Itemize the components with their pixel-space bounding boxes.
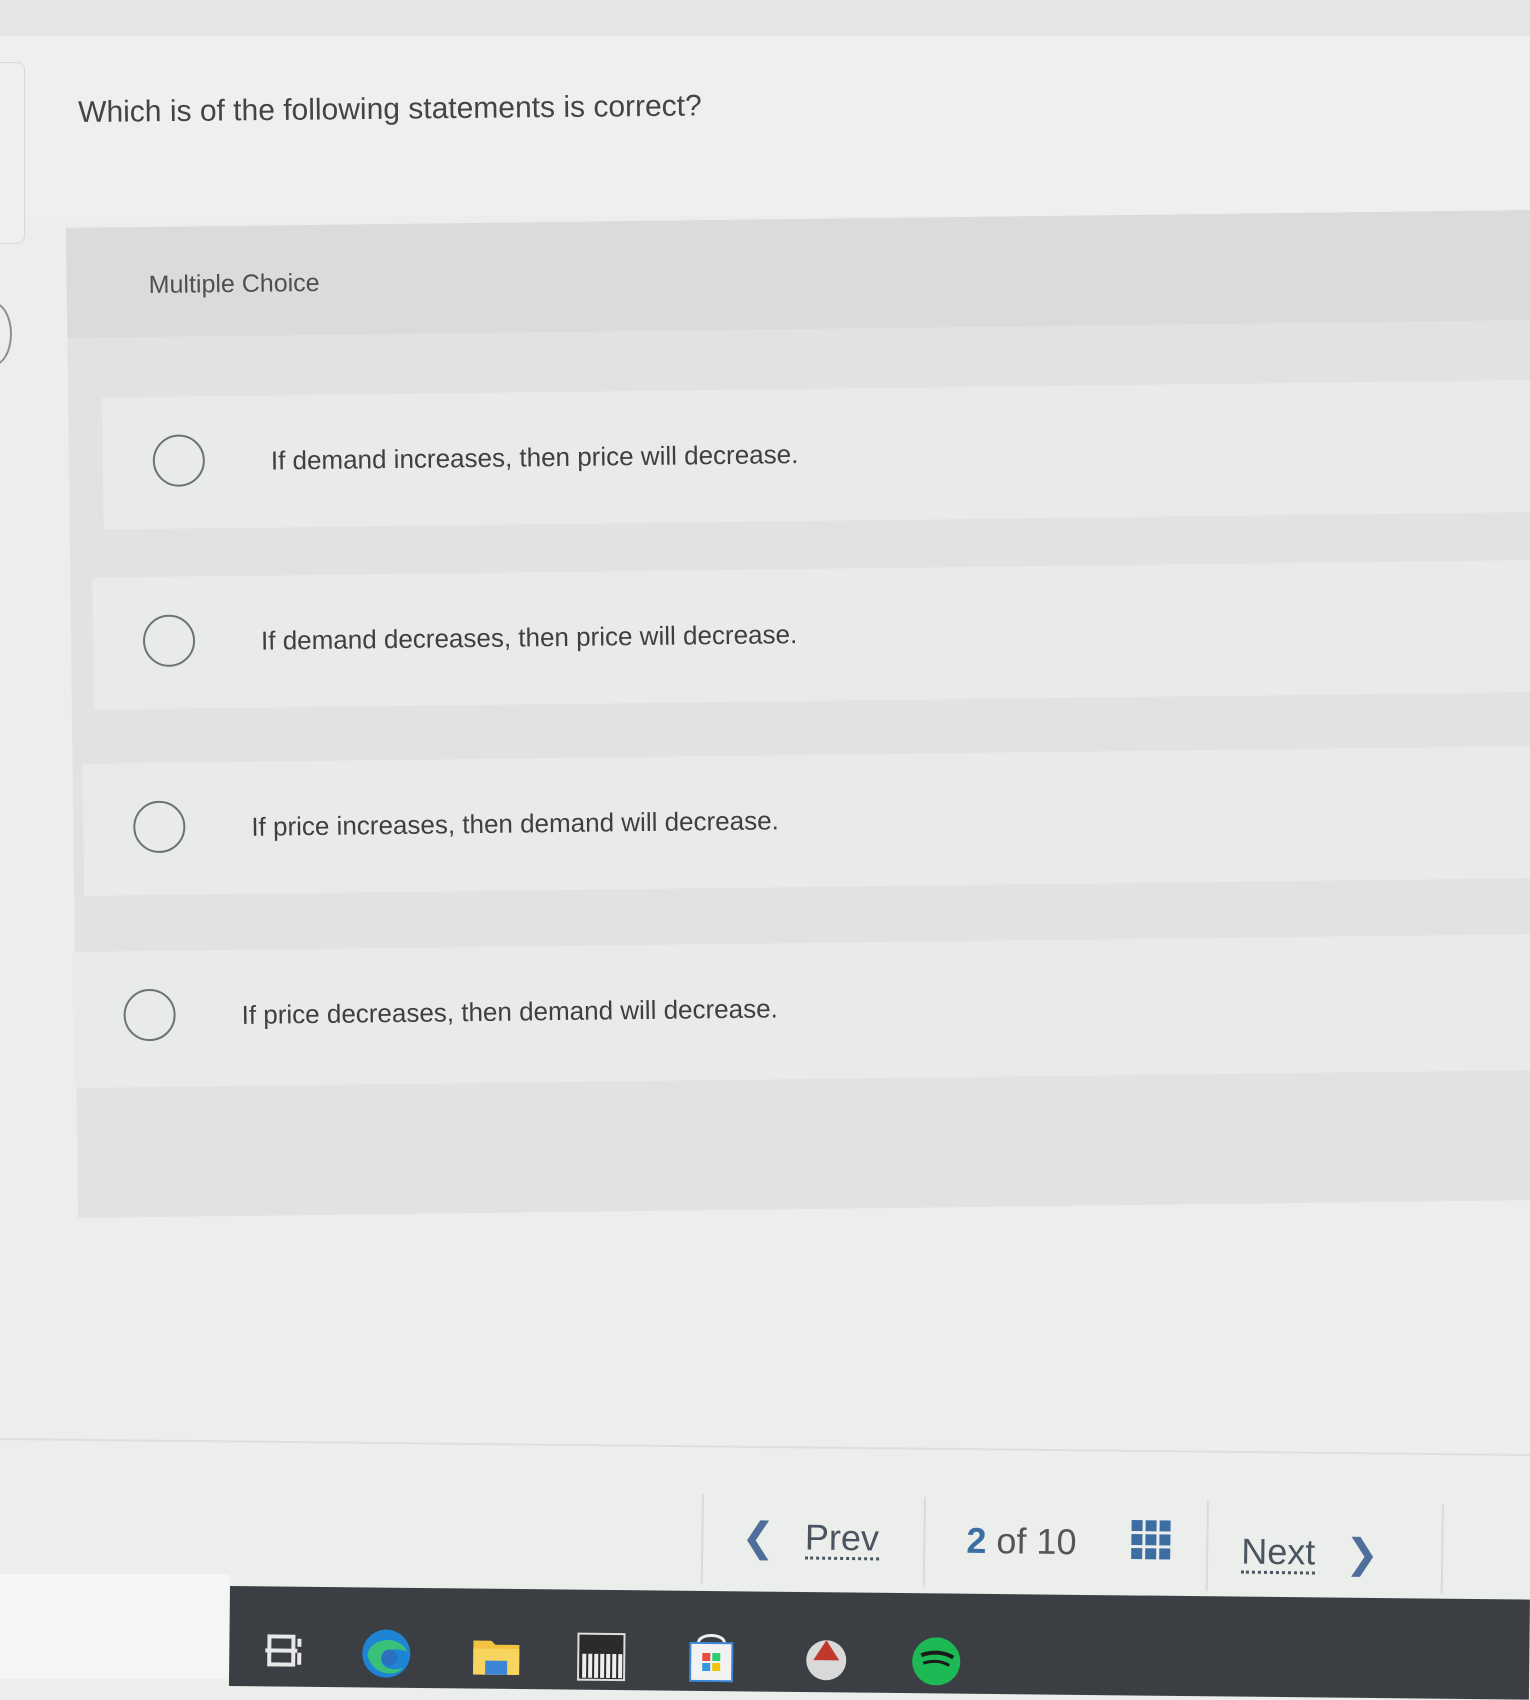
- screen-top-edge: [0, 0, 1530, 37]
- task-view-icon[interactable]: [259, 1624, 314, 1679]
- answer-option-4[interactable]: If price decreases, then demand will dec…: [72, 934, 1530, 1088]
- left-edge-tab: [0, 62, 25, 244]
- answer-option-3[interactable]: If price increases, then demand will dec…: [82, 746, 1530, 896]
- next-button[interactable]: Next ❯: [1240, 1528, 1380, 1580]
- nav-separator: [700, 1494, 704, 1585]
- page-indicator: 2 of 10: [966, 1520, 1077, 1564]
- multiple-choice-panel: Multiple Choice If demand increases, the…: [66, 210, 1530, 1218]
- prev-button[interactable]: ❮ Prev: [741, 1513, 879, 1565]
- total-pages-number: 10: [1036, 1520, 1077, 1563]
- prev-label: Prev: [804, 1516, 879, 1561]
- app-icon[interactable]: [799, 1630, 854, 1685]
- nav-separator: [922, 1497, 926, 1588]
- radio-button-1[interactable]: [152, 434, 206, 487]
- question-grid-icon[interactable]: [1131, 1520, 1172, 1563]
- desktop-edge: [0, 1574, 230, 1679]
- answer-option-3-label: If price increases, then demand will dec…: [251, 805, 779, 842]
- answer-option-1[interactable]: If demand increases, then price will dec…: [102, 380, 1530, 530]
- chevron-left-icon: ❮: [741, 1514, 776, 1562]
- question-prompt: Which is of the following statements is …: [78, 89, 702, 129]
- current-page-number: 2: [966, 1519, 987, 1561]
- footer-divider: [0, 1438, 1530, 1457]
- next-label: Next: [1240, 1530, 1316, 1575]
- windows-taskbar: [228, 1586, 1530, 1700]
- radio-button-4[interactable]: [123, 988, 176, 1042]
- answer-option-4-label: If price decreases, then demand will dec…: [241, 993, 778, 1030]
- store-icon[interactable]: [684, 1629, 739, 1684]
- page-of-label: of: [996, 1520, 1027, 1562]
- multiple-choice-title: Multiple Choice: [148, 268, 320, 299]
- answer-option-2-label: If demand decreases, then price will dec…: [260, 619, 798, 656]
- answer-option-1-label: If demand increases, then price will dec…: [270, 439, 799, 476]
- file-explorer-icon[interactable]: [469, 1627, 524, 1682]
- nav-separator: [1440, 1504, 1444, 1595]
- nav-separator: [1205, 1501, 1209, 1592]
- piano-app-icon[interactable]: [574, 1628, 629, 1683]
- spotify-icon[interactable]: [909, 1631, 964, 1686]
- left-edge-control: [0, 302, 12, 366]
- chevron-right-icon: ❯: [1344, 1530, 1380, 1578]
- question-navigation: ❮ Prev 2 of 10 Next ❯: [700, 1494, 1462, 1595]
- radio-button-2[interactable]: [142, 614, 196, 668]
- answer-option-2[interactable]: If demand decreases, then price will dec…: [92, 560, 1530, 710]
- radio-button-3[interactable]: [133, 800, 186, 854]
- multiple-choice-header: Multiple Choice: [66, 210, 1530, 338]
- edge-browser-icon[interactable]: [359, 1625, 414, 1680]
